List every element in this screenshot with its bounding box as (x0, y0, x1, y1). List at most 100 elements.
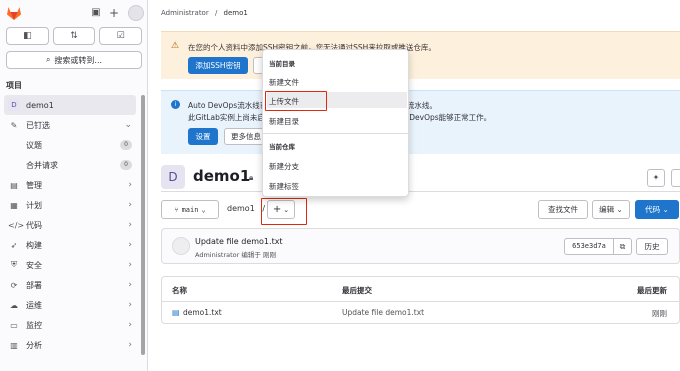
repo-path-link[interactable]: demo1 (227, 204, 255, 213)
sidebar-toggle-icon[interactable]: ▣ (90, 7, 102, 19)
gitlab-logo-icon[interactable] (6, 5, 22, 21)
auto-devops-alert: i Auto DevOps流水线已启用，如果未找到 CI 配置文件，将使用该流水… (161, 90, 680, 154)
sidebar-item-label: 部署 (26, 280, 42, 290)
sidebar-item-project[interactable]: D demo1 (4, 95, 136, 115)
add-ssh-key-button[interactable]: 添加SSH密钥 (188, 57, 248, 74)
file-last-update: 刚刚 (652, 309, 667, 318)
breadcrumb-separator: / (214, 9, 218, 17)
file-name-link[interactable]: demo1.txt (183, 308, 222, 317)
commit-sha[interactable]: 653e3d7a (564, 238, 614, 255)
calendar-icon: ▦ (10, 200, 18, 210)
commit-message[interactable]: Update file demo1.txt (195, 237, 283, 246)
header-divider (161, 191, 680, 192)
chevron-right-icon: › (128, 180, 132, 190)
sidebar-item-operate[interactable]: ☁ 运维 › (4, 295, 136, 315)
dropdown-group-title: 当前仓库 (269, 143, 295, 151)
sidebar-item-manage[interactable]: ▤ 管理 › (4, 175, 136, 195)
project-title: demo1 (193, 167, 251, 185)
sidebar-item-label: 计划 (26, 200, 42, 210)
todos-shortcut-button[interactable]: ☑ (99, 27, 143, 45)
commit-author-avatar[interactable] (172, 237, 190, 255)
shield-icon: ⛨ (11, 260, 17, 269)
rocket-icon: ➶ (10, 240, 18, 250)
sidebar-item-label: 合并请求 (26, 160, 58, 170)
sidebar-item-label: 构建 (26, 240, 42, 250)
breadcrumb-root-link[interactable]: Administrator (161, 9, 209, 17)
commit-author-line: Administrator 编辑于 刚刚 (195, 251, 276, 259)
sidebar-item-issues[interactable]: 议题 0 (4, 135, 136, 155)
code-icon: </> (8, 220, 25, 230)
file-icon: ▤ (172, 308, 180, 317)
history-button[interactable]: 历史 (636, 238, 668, 255)
chevron-down-icon: ⌄ (124, 120, 132, 130)
code-dropdown-button[interactable]: 代码 ⌄ (635, 200, 679, 219)
project-actions-button[interactable] (671, 169, 680, 187)
last-commit-panel: Update file demo1.txt Administrator 编辑于 … (161, 228, 680, 264)
column-header-last-update: 最后更新 (637, 286, 667, 295)
table-divider (162, 301, 679, 302)
monitor-icon: ▭ (10, 320, 18, 330)
copy-sha-button[interactable]: ⧉ (614, 238, 632, 255)
issues-shortcut-button[interactable]: ◧ (6, 27, 49, 45)
sidebar-item-label: 运维 (26, 300, 42, 310)
repository-toolbar: ⑂ main ⌄ demo1 / + ⌄ 查找文件 编辑 ⌄ 代码 ⌄ (161, 200, 680, 220)
search-button[interactable]: ⌕ 搜索或转到... (6, 51, 142, 69)
new-branch-menu-item[interactable]: 新建分支 (269, 161, 299, 172)
notification-button[interactable]: ✦ (647, 169, 665, 187)
chevron-right-icon: › (128, 320, 132, 330)
add-to-tree-dropdown: 当前目录 新建文件 上传文件 新建目录 当前仓库 新建分支 新建标签 (262, 49, 409, 197)
sidebar-item-plan[interactable]: ▦ 计划 › (4, 195, 136, 215)
sidebar-item-analyze[interactable]: ▥ 分析 › (4, 335, 136, 355)
sidebar-item-code[interactable]: </> 代码 › (4, 215, 136, 235)
sidebar-item-label: 代码 (26, 220, 42, 230)
create-new-icon[interactable]: + (108, 7, 120, 19)
column-header-name: 名称 (172, 286, 187, 295)
user-avatar[interactable] (128, 5, 144, 21)
lock-icon: 🔒︎ (249, 173, 254, 182)
merge-requests-shortcut-button[interactable]: ⇅ (52, 27, 96, 45)
new-file-menu-item[interactable]: 新建文件 (269, 77, 299, 88)
chevron-right-icon: › (128, 300, 132, 310)
todo-icon: ☑ (116, 31, 125, 41)
sidebar-item-build[interactable]: ➶ 构建 › (4, 235, 136, 255)
project-avatar-icon: D (8, 99, 20, 111)
chevron-down-icon: ⌄ (616, 205, 623, 214)
breadcrumb: Administrator / demo1 (161, 9, 248, 17)
new-tag-menu-item[interactable]: 新建标签 (269, 181, 299, 192)
chevron-right-icon: › (128, 280, 132, 290)
chevron-right-icon: › (128, 200, 132, 210)
sidebar-item-pinned[interactable]: ✎ 已钉选 ⌄ (4, 115, 136, 135)
file-last-commit-link[interactable]: Update file demo1.txt (342, 308, 424, 317)
branch-selector[interactable]: ⑂ main ⌄ (161, 200, 219, 219)
new-directory-menu-item[interactable]: 新建目录 (269, 116, 299, 127)
sidebar-item-deploy[interactable]: ⟳ 部署 › (4, 275, 136, 295)
sidebar-item-security[interactable]: ⛨ 安全 › (4, 255, 136, 275)
settings-button[interactable]: 设置 (188, 128, 218, 145)
sidebar-item-merge-requests[interactable]: 合并请求 0 (4, 155, 136, 175)
chevron-right-icon: › (128, 260, 132, 270)
issues-icon: ◧ (23, 31, 32, 41)
ssh-key-alert: ⚠ 在您的个人资料中添加SSH密钥之前，您无法通过SSH来拉取或推送仓库。 添加… (161, 31, 680, 79)
info-icon: i (171, 100, 180, 109)
sidebar-item-label: 监控 (26, 320, 42, 330)
cloud-icon: ☁ (10, 300, 18, 310)
code-label: 代码 (645, 205, 661, 214)
sidebar-top-bar: ▣ + (6, 5, 144, 21)
briefcase-icon: ▤ (10, 180, 18, 190)
file-table: 名称 最后提交 最后更新 ▤ demo1.txt Update file dem… (161, 276, 680, 324)
branch-icon: ⑂ (174, 205, 179, 214)
breadcrumb-current[interactable]: demo1 (224, 9, 248, 17)
deployments-icon: ⟳ (10, 280, 18, 290)
edit-label: 编辑 (599, 205, 615, 214)
sidebar-scrollbar[interactable] (141, 95, 145, 355)
sidebar-shortcuts: ◧ ⇅ ☑ (6, 27, 143, 45)
warning-icon: ⚠ (171, 41, 180, 51)
search-label: 搜索或转到... (54, 55, 103, 65)
search-icon: ⌕ (45, 55, 51, 64)
chevron-right-icon: › (128, 240, 132, 250)
sidebar-item-label: 安全 (26, 260, 42, 270)
edit-dropdown-button[interactable]: 编辑 ⌄ (592, 200, 630, 219)
sidebar-item-monitor[interactable]: ▭ 监控 › (4, 315, 136, 335)
chevron-right-icon: › (128, 220, 132, 230)
find-file-button[interactable]: 查找文件 (538, 200, 588, 219)
